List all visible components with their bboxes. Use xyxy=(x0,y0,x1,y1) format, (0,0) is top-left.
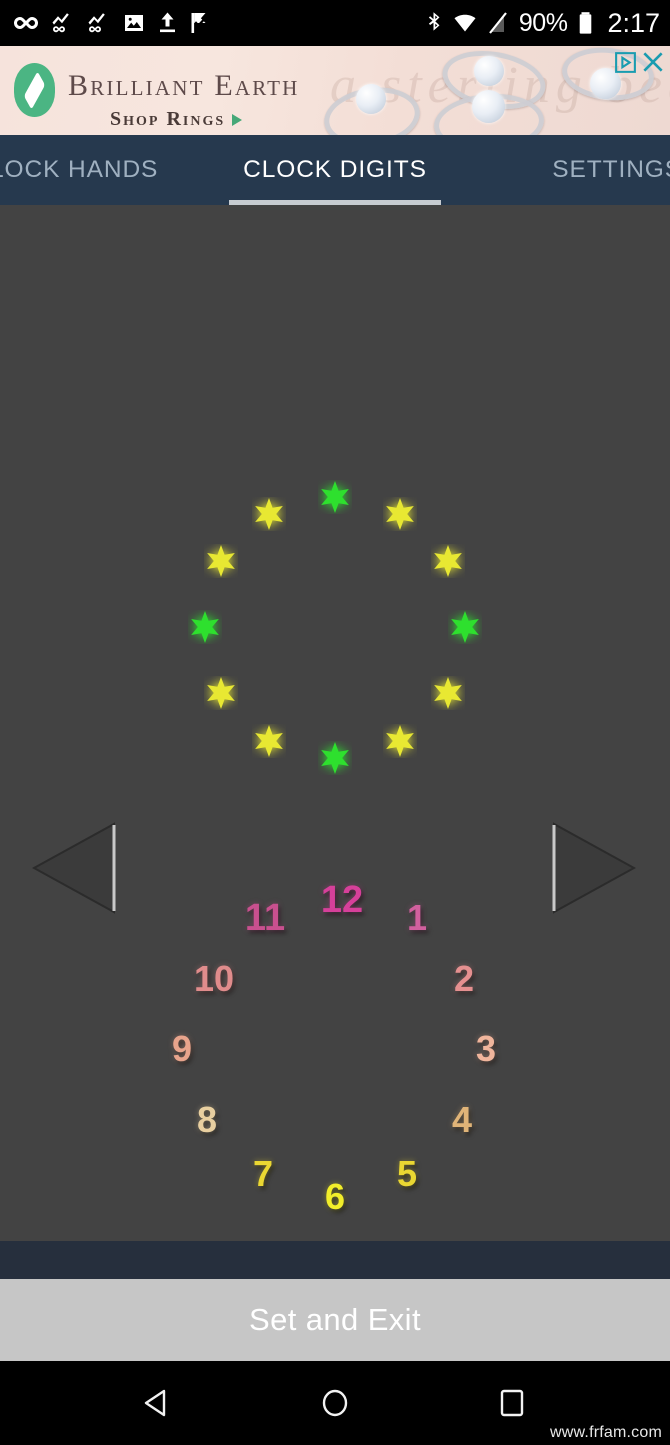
checkmark-flag-icon xyxy=(191,13,206,33)
signal-icon xyxy=(489,12,507,34)
clock-digit-4: 4 xyxy=(451,1099,473,1140)
battery-percent-label: 90% xyxy=(518,8,568,37)
ad-brand-label: Brilliant Earth xyxy=(68,69,300,102)
upload-icon xyxy=(160,12,175,33)
clock-digit-8: 8 xyxy=(196,1099,218,1140)
image-icon xyxy=(125,15,143,31)
clock-digit-1: 1 xyxy=(406,897,428,938)
set-and-exit-button[interactable]: Set and Exit xyxy=(0,1279,670,1361)
clock-label: 2:17 xyxy=(607,7,660,38)
clock-marker-star-8 xyxy=(204,676,238,710)
clock-marker-star-6 xyxy=(318,741,352,775)
previous-style-button[interactable] xyxy=(32,822,116,914)
back-icon[interactable] xyxy=(141,1386,175,1420)
adchoices-icon[interactable] xyxy=(613,50,638,75)
clock-digit-7: 7 xyxy=(252,1153,274,1194)
status-bar-notifications xyxy=(14,11,208,35)
brilliant-earth-logo-icon xyxy=(14,63,55,117)
clock-marker-star-1 xyxy=(383,497,417,531)
clock-marker-star-11 xyxy=(252,497,286,531)
ad-cta-button[interactable]: Shop Rings xyxy=(110,108,243,131)
recents-icon[interactable] xyxy=(495,1386,529,1420)
close-icon[interactable] xyxy=(640,49,666,75)
ad-cta-label: Shop Rings xyxy=(110,108,226,130)
stats-infinity-icon xyxy=(52,13,69,33)
stats-infinity-icon-2 xyxy=(88,13,105,33)
clock-digit-5: 5 xyxy=(396,1153,418,1194)
clock-marker-star-7 xyxy=(252,724,286,758)
status-bar: 90% 2:17 xyxy=(0,0,670,46)
watermark-label: www.frfam.com xyxy=(550,1424,662,1441)
ad-rings-image xyxy=(294,46,664,135)
play-triangle-icon xyxy=(232,113,243,126)
battery-icon xyxy=(580,12,592,34)
clock-marker-star-5 xyxy=(383,724,417,758)
clock-digit-9: 9 xyxy=(171,1028,193,1069)
clock-digit-11: 11 xyxy=(244,897,286,939)
clock-marker-star-9 xyxy=(188,610,222,644)
clock-marker-star-2 xyxy=(431,544,465,578)
clock-digit-12: 12 xyxy=(320,879,364,921)
tab-bar: LOCK HANDS CLOCK DIGITS SETTINGS xyxy=(0,135,670,205)
next-style-button[interactable] xyxy=(552,822,636,914)
clock-marker-star-3 xyxy=(448,610,482,644)
clock-digit-2: 2 xyxy=(453,958,475,999)
clock-marker-star-10 xyxy=(204,544,238,578)
tab-settings-label: SETTINGS xyxy=(552,156,670,183)
clock-digit-6: 6 xyxy=(324,1176,346,1217)
status-bar-system: 90% 2:17 xyxy=(425,8,660,39)
tab-settings[interactable]: SETTINGS xyxy=(552,135,670,205)
clock-preview-area: 12 1 2 3 4 5 6 7 8 9 10 11 xyxy=(0,205,670,1241)
home-icon[interactable] xyxy=(318,1386,352,1420)
clock-digit-3: 3 xyxy=(475,1028,497,1069)
footer-divider xyxy=(0,1241,670,1279)
clock-digit-10: 10 xyxy=(193,958,235,999)
infinity-icon xyxy=(14,17,38,29)
tab-clock-digits-label: CLOCK DIGITS xyxy=(243,156,427,183)
bluetooth-icon xyxy=(428,12,440,31)
set-and-exit-label: Set and Exit xyxy=(249,1302,421,1337)
ad-banner[interactable]: a sterling beaut Brilliant Earth Shop Ri… xyxy=(0,46,670,135)
clock-marker-star-12 xyxy=(318,480,352,514)
clock-marker-star-4 xyxy=(431,676,465,710)
android-nav-bar: www.frfam.com xyxy=(0,1361,670,1445)
wifi-icon xyxy=(454,14,476,32)
